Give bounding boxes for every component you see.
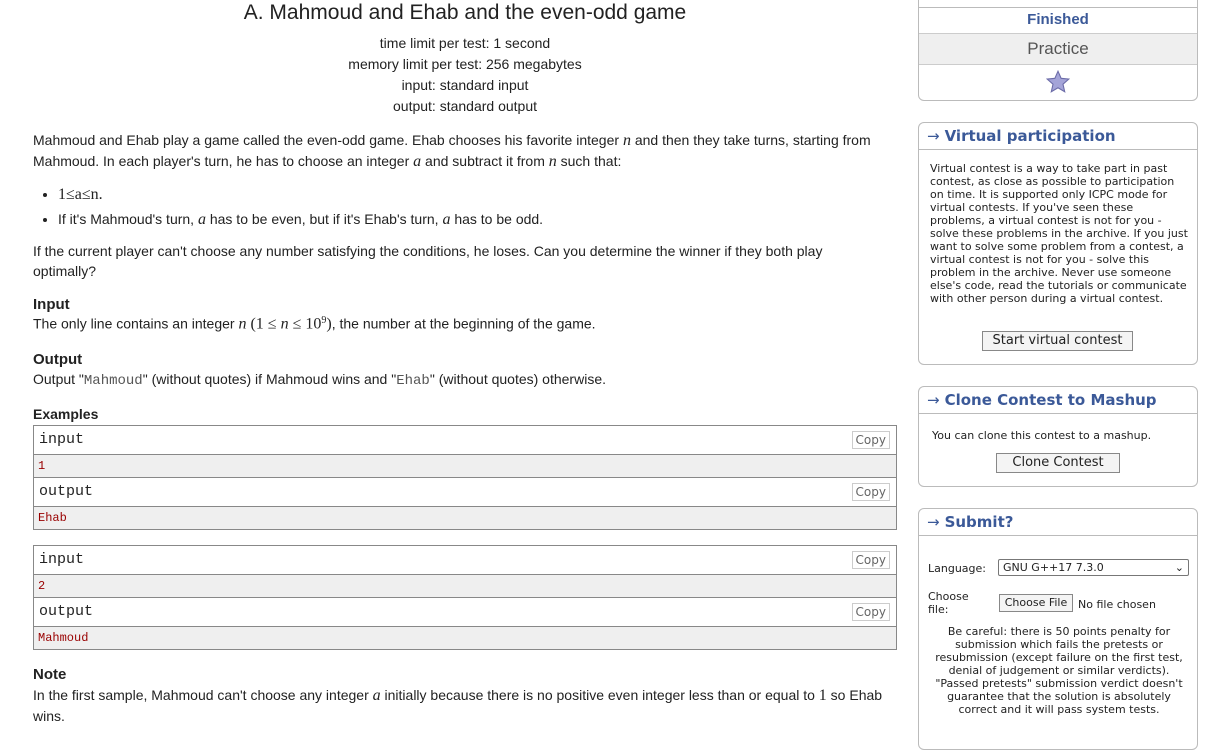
clone-contest-box: → Clone Contest to Mashup You can clone t… [918,386,1198,487]
language-select[interactable]: GNU G++17 7.3.0 ⌄ [998,559,1189,576]
example-input-label: input [39,431,85,448]
output-heading: Output [33,351,83,368]
note-heading: Note [33,666,67,683]
clone-contest-text: You can clone this contest to a mashup. [932,429,1152,442]
arrow-icon: → [927,391,940,409]
example-input-label: input [39,551,85,568]
example-output-label: output [39,603,94,620]
virtual-participation-text: Virtual contest is a way to take part in… [930,162,1188,305]
rules-list: 1≤a≤n. If it's Mahmoud's turn, a has to … [33,182,543,232]
input-heading: Input [33,296,70,313]
example-output-value: Mahmoud [38,631,89,645]
input-spec: The only line contains an integer n (1 ≤… [33,315,596,333]
submit-title: Submit? [944,513,1014,531]
legend-paragraph: Mahmoud and Ehab play a game called the … [33,132,871,170]
choose-file-button[interactable]: Choose File [999,594,1073,612]
memory-limit: memory limit per test: 256 megabytes [348,56,582,72]
virtual-participation-title: Virtual participation [944,127,1116,145]
example-output-value: Ehab [38,511,67,525]
problem-statement: A. Mahmoud and Ehab and the even-odd gam… [33,0,897,724]
examples-heading: Examples [33,406,99,422]
chevron-down-icon: ⌄ [1174,561,1184,574]
clone-contest-button[interactable]: Clone Contest [996,453,1120,473]
penalty-warning: Be careful: there is 50 points penalty f… [935,625,1183,716]
file-status: No file chosen [1078,598,1156,611]
example-input-value: 2 [38,579,46,593]
submit-box: → Submit? Language: GNU G++17 7.3.0 ⌄ Choo… [918,508,1198,750]
output-file: output: standard output [393,98,537,114]
note-text: In the first sample, Mahmoud can't choos… [33,687,883,724]
clone-contest-title: Clone Contest to Mashup [944,391,1157,409]
example-output-label: output [39,483,94,500]
rule-item: If it's Mahmoud's turn, a has to be even… [58,207,543,232]
star-icon[interactable] [1045,69,1071,100]
copy-button[interactable]: Copy [851,551,890,569]
language-label: Language: [928,562,986,575]
time-limit: time limit per test: 1 second [379,35,551,51]
example-block: input Copy 1 output Copy Ehab [33,425,897,530]
input-file: input: standard input [401,77,529,93]
contest-phase: Finished [919,7,1197,32]
problem-limits: time limit per test: 1 second memory lim… [33,33,897,117]
rule-item: 1≤a≤n. [58,182,543,207]
virtual-participation-box: → Virtual participation Virtual contest i… [918,122,1198,365]
problem-title: A. Mahmoud and Ehab and the even-odd gam… [243,1,687,24]
example-block: input Copy 2 output Copy Mahmoud [33,545,897,650]
start-virtual-contest-button[interactable]: Start virtual contest [982,331,1133,351]
arrow-icon: → [927,513,940,531]
contest-mode: Practice [919,33,1197,65]
arrow-icon: → [927,127,940,145]
win-condition-paragraph: If the current player can't choose any n… [33,243,823,279]
example-input-value: 1 [38,459,46,473]
copy-button[interactable]: Copy [851,603,890,621]
copy-button[interactable]: Copy [851,483,890,501]
file-label: Choose file: [928,590,969,616]
output-spec: Output "Mahmoud" (without quotes) if Mah… [33,371,606,389]
copy-button[interactable]: Copy [851,431,890,449]
contest-status-box: Finished Practice [918,0,1198,101]
